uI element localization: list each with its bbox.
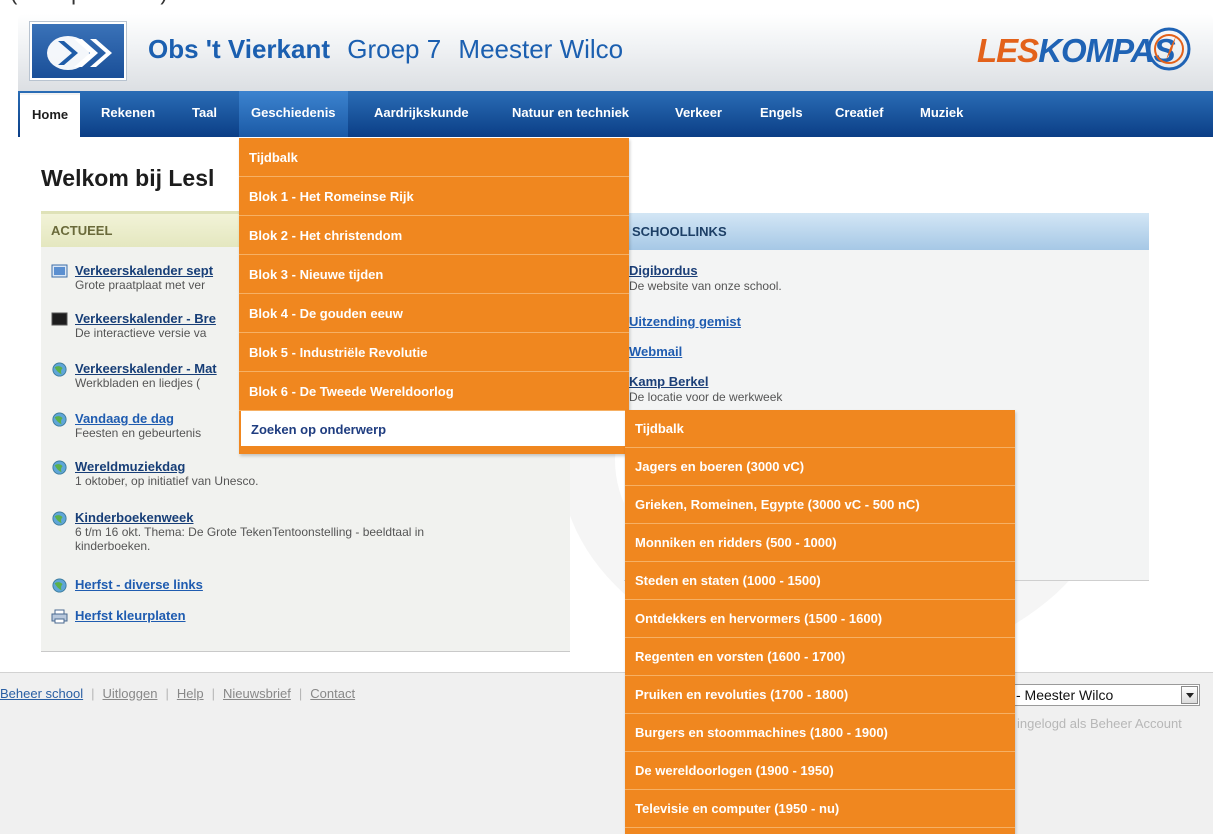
actueel-link[interactable]: Verkeerskalender - Mat xyxy=(75,361,217,376)
school-name: Obs 't Vierkant xyxy=(148,34,330,64)
school-title: Obs 't Vierkant Groep 7 Meester Wilco xyxy=(148,34,623,65)
nav-home[interactable]: Home xyxy=(20,93,81,137)
chevron-down-icon[interactable] xyxy=(1181,686,1198,704)
schoollinks-header: SCHOOLLINKS xyxy=(624,213,1149,250)
actueel-link[interactable]: Kinderboekenweek xyxy=(75,510,194,525)
footer-link-help[interactable]: Help xyxy=(177,686,204,701)
geschiedenis-dropdown: Tijdbalk Blok 1 - Het Romeinse Rijk Blok… xyxy=(239,138,629,454)
group-name: Groep 7 xyxy=(347,34,442,64)
tijdbalk-submenu: Tijdbalk Jagers en boeren (3000 vC) Grie… xyxy=(625,410,1015,834)
account-select[interactable]: - Meester Wilco xyxy=(1012,684,1200,706)
actueel-link[interactable]: Vandaag de dag xyxy=(75,411,174,426)
menu-item-tijdbalk[interactable]: Tijdbalk xyxy=(239,138,629,177)
menu-item-blok-4[interactable]: Blok 4 - De gouden eeuw xyxy=(239,294,629,333)
actueel-link[interactable]: Verkeerskalender - Bre xyxy=(75,311,216,326)
footer-links: Beheer school | Uitloggen | Help | Nieuwsbrief… xyxy=(0,686,356,701)
menu-item-blok-6[interactable]: Blok 6 - De Tweede Wereldoorlog xyxy=(239,372,629,411)
globe-icon xyxy=(52,578,67,593)
list-item: Kamp Berkel De locatie voor de werkweek xyxy=(629,374,783,404)
submenu-item[interactable]: Televisie en computer (1950 - nu) xyxy=(625,790,1015,828)
menu-item-blok-5[interactable]: Blok 5 - Industriële Revolutie xyxy=(239,333,629,372)
submenu-item[interactable]: Grieken, Romeinen, Egypte (3000 vC - 500… xyxy=(625,486,1015,524)
submenu-item[interactable]: Tijdbalk xyxy=(625,410,1015,448)
chevrons-logo-icon xyxy=(47,36,112,70)
printer-icon xyxy=(51,609,68,624)
menu-item-blok-1[interactable]: Blok 1 - Het Romeinse Rijk xyxy=(239,177,629,216)
globe-icon xyxy=(52,511,67,526)
nav-creatief[interactable]: Creatief xyxy=(823,91,895,137)
top-caption-fragment: (no caption text) xyxy=(0,0,1213,14)
nav-engels[interactable]: Engels xyxy=(748,91,815,137)
footer-link-uitloggen[interactable]: Uitloggen xyxy=(103,686,158,701)
actueel-link[interactable]: Verkeerskalender sept xyxy=(75,263,213,278)
menu-item-blok-3[interactable]: Blok 3 - Nieuwe tijden xyxy=(239,255,629,294)
globe-icon xyxy=(52,460,67,475)
footer-link-beheer[interactable]: Beheer school xyxy=(0,686,83,701)
schoollink[interactable]: Webmail xyxy=(629,344,682,359)
submenu-item[interactable]: Regenten en vorsten (1600 - 1700) xyxy=(625,638,1015,676)
globe-icon xyxy=(52,412,67,427)
actueel-link[interactable]: Herfst kleurplaten xyxy=(75,608,186,623)
nav-natuur-en-techniek[interactable]: Natuur en techniek xyxy=(500,91,641,137)
menu-item-zoeken-op-onderwerp[interactable]: Zoeken op onderwerp xyxy=(239,411,629,448)
submenu-item[interactable]: Ontdekkers en hervormers (1500 - 1600) xyxy=(625,600,1015,638)
nav-geschiedenis[interactable]: Geschiedenis xyxy=(239,91,348,137)
nav-verkeer[interactable]: Verkeer xyxy=(663,91,734,137)
nav-muziek[interactable]: Muziek xyxy=(908,91,975,137)
actueel-link[interactable]: Herfst - diverse links xyxy=(75,577,203,592)
menu-item-blok-2[interactable]: Blok 2 - Het christendom xyxy=(239,216,629,255)
nav-rekenen[interactable]: Rekenen xyxy=(89,91,167,137)
submenu-item[interactable]: De wereldoorlogen (1900 - 1950) xyxy=(625,752,1015,790)
footer-link-contact[interactable]: Contact xyxy=(310,686,355,701)
footer-link-nieuwsbrief[interactable]: Nieuwsbrief xyxy=(223,686,291,701)
schoollink[interactable]: Kamp Berkel xyxy=(629,374,708,389)
list-item: Digibordus De website van onze school. xyxy=(629,263,782,293)
schoollink[interactable]: Uitzending gemist xyxy=(629,314,741,329)
board-icon xyxy=(51,312,68,326)
monitor-icon xyxy=(51,264,68,278)
submenu-item[interactable]: Pruiken en revoluties (1700 - 1800) xyxy=(625,676,1015,714)
compass-icon xyxy=(1147,27,1191,71)
page-title: Welkom bij Lesl xyxy=(41,165,215,191)
nav-taal[interactable]: Taal xyxy=(180,91,229,137)
site-header: Obs 't Vierkant Groep 7 Meester Wilco LE… xyxy=(18,14,1213,91)
nav-aardrijkskunde[interactable]: Aardrijkskunde xyxy=(362,91,481,137)
actueel-link[interactable]: Wereldmuziekdag xyxy=(75,459,185,474)
main-nav: Home Rekenen Taal Geschiedenis Aardrijks… xyxy=(18,91,1213,137)
login-status: ingelogd als Beheer Account xyxy=(1017,716,1182,731)
submenu-item[interactable]: Jagers en boeren (3000 vC) xyxy=(625,448,1015,486)
submenu-item[interactable]: Burgers en stoommachines (1800 - 1900) xyxy=(625,714,1015,752)
submenu-item[interactable]: Steden en staten (1000 - 1500) xyxy=(625,562,1015,600)
submenu-item[interactable]: Monniken en ridders (500 - 1000) xyxy=(625,524,1015,562)
globe-icon xyxy=(52,362,67,377)
brand-logo-text: LESKOMPAS xyxy=(977,32,1176,69)
schoollink[interactable]: Digibordus xyxy=(629,263,698,278)
list-item: Webmail xyxy=(629,344,682,359)
list-item: Uitzending gemist xyxy=(629,314,741,329)
school-logo[interactable] xyxy=(30,22,126,80)
teacher-name: Meester Wilco xyxy=(458,34,624,64)
